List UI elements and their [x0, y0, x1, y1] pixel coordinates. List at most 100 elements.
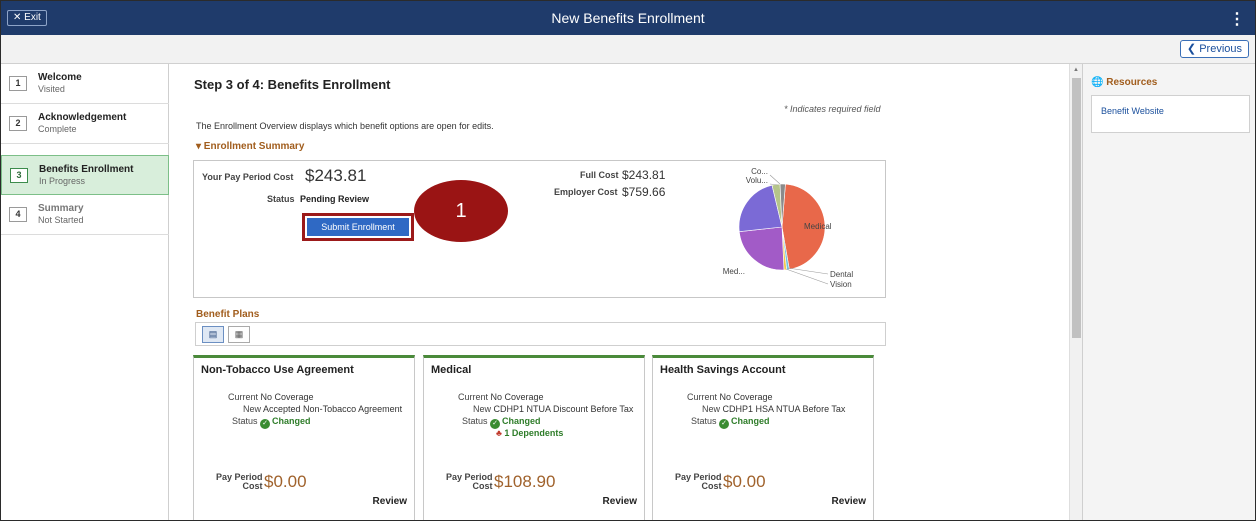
step-navigation: 1 Welcome Visited 2 Acknowledgement Comp…: [1, 64, 169, 520]
plan-title: Medical: [431, 364, 472, 376]
pay-period-cost-label: Your Pay Period Cost: [202, 172, 294, 182]
review-link[interactable]: Review: [603, 496, 637, 507]
step-title: Step 3 of 4: Benefits Enrollment: [194, 77, 391, 92]
plan-card-medical[interactable]: Medical Current No Coverage New CDHP1 NT…: [423, 355, 645, 520]
pay-period-cost-label: Pay Period Cost: [216, 472, 263, 491]
step-benefits-enrollment[interactable]: 3 Benefits Enrollment In Progress: [1, 155, 169, 195]
employer-cost-value: $759.66: [622, 185, 666, 199]
status-label: Status: [462, 416, 488, 426]
plan-card-hsa[interactable]: Health Savings Account Current No Covera…: [652, 355, 874, 520]
step-status: Complete: [38, 124, 77, 134]
grid-view-icon[interactable]: ▦: [228, 326, 250, 343]
pay-period-cost-value: $108.90: [494, 472, 556, 491]
step-name: Acknowledgement: [38, 112, 127, 123]
pie-label-dental: Dental: [830, 270, 853, 279]
plan-title: Health Savings Account: [660, 364, 786, 376]
step-number-badge: 3: [10, 168, 28, 183]
benefit-plans-heading: Benefit Plans: [196, 309, 260, 320]
current-value: No Coverage: [719, 392, 773, 402]
new-value: Accepted Non-Tobacco Agreement: [263, 404, 403, 414]
resources-box: Benefit Website: [1091, 95, 1250, 133]
new-value: CDHP1 HSA NTUA Before Tax: [722, 404, 846, 414]
step-status: Visited: [38, 84, 65, 94]
pie-leader-line: [785, 268, 829, 285]
check-icon: ✓: [719, 419, 730, 429]
step-name: Welcome: [38, 72, 82, 83]
new-label: New: [473, 404, 492, 414]
scrollbar-thumb[interactable]: [1072, 78, 1081, 338]
step-welcome[interactable]: 1 Welcome Visited: [1, 64, 169, 104]
status-label: Status: [267, 194, 295, 204]
submit-enrollment-button[interactable]: Submit Enrollment: [307, 218, 409, 236]
pay-period-cost-label: Pay Period Cost: [446, 472, 493, 491]
current-label: Current: [687, 392, 718, 402]
dependents-icon: ♣: [496, 428, 502, 438]
current-value: No Coverage: [490, 392, 544, 402]
pay-period-cost-value: $0.00: [723, 472, 766, 491]
step-callout-marker: 1: [414, 180, 508, 242]
page-title: New Benefits Enrollment: [551, 10, 705, 26]
check-icon: ✓: [260, 419, 271, 429]
step-name: Summary: [38, 203, 84, 214]
step-number-badge: 1: [9, 76, 27, 91]
globe-icon: 🌐: [1091, 77, 1104, 88]
current-value: No Coverage: [260, 392, 314, 402]
step-status: In Progress: [39, 176, 86, 186]
enrollment-summary-toggle[interactable]: ▾ Enrollment Summary: [196, 141, 304, 152]
step-acknowledgement[interactable]: 2 Acknowledgement Complete: [1, 104, 169, 144]
pay-period-cost-label: Pay Period Cost: [675, 472, 722, 491]
step-summary[interactable]: 4 Summary Not Started: [1, 195, 169, 235]
navigation-bar: ❮ Previous: [1, 35, 1255, 64]
plan-card-non-tobacco[interactable]: Non-Tobacco Use Agreement Current No Cov…: [193, 355, 415, 520]
pie-label-volu: Volu...: [746, 176, 768, 185]
status-label: Status: [232, 416, 258, 426]
top-bar: ✕ Exit New Benefits Enrollment ⋮: [1, 1, 1255, 35]
plan-title: Non-Tobacco Use Agreement: [201, 364, 354, 376]
cost-breakdown-pie-chart: Medical DentalVision Med... Co...Volu...: [723, 167, 854, 289]
status-value: Changed: [272, 416, 311, 426]
pie-label-medical: Medical: [804, 222, 832, 231]
pie-leader-line: [769, 174, 781, 185]
pie-label-vision: Vision: [830, 280, 852, 289]
main-scrollbar[interactable]: ▲: [1069, 64, 1082, 520]
main-content: Step 3 of 4: Benefits Enrollment * Indic…: [179, 64, 1069, 520]
pie-slice-med[interactable]: [738, 226, 785, 271]
status-value: Pending Review: [300, 194, 370, 204]
status-label: Status: [691, 416, 717, 426]
step-number-badge: 2: [9, 116, 27, 131]
tile-view-icon[interactable]: ▤: [202, 326, 224, 343]
new-label: New: [243, 404, 262, 414]
pie-label-med: Med...: [723, 267, 745, 276]
overview-text: The Enrollment Overview displays which b…: [196, 121, 494, 131]
step-name: Benefits Enrollment: [39, 164, 134, 175]
current-label: Current: [458, 392, 489, 402]
view-toggle-bar: ▤ ▦: [195, 322, 886, 346]
full-cost-value: $243.81: [622, 168, 666, 182]
full-cost-label: Full Cost: [580, 170, 619, 180]
required-field-note: * Indicates required field: [784, 104, 881, 114]
benefit-website-link[interactable]: Benefit Website: [1101, 106, 1164, 116]
previous-button[interactable]: ❮ Previous: [1179, 40, 1249, 58]
resources-panel: 🌐 Resources Benefit Website: [1082, 64, 1255, 520]
step-status: Not Started: [38, 215, 84, 225]
employer-cost-label: Employer Cost: [554, 187, 618, 197]
scroll-up-icon[interactable]: ▲: [1073, 67, 1079, 73]
resources-heading: 🌐 Resources: [1091, 77, 1158, 88]
pie-label-co: Co...: [751, 167, 768, 176]
pay-period-cost-value: $243.81: [305, 166, 367, 185]
review-link[interactable]: Review: [832, 496, 866, 507]
dependents-count[interactable]: 1 Dependents: [504, 428, 563, 438]
actions-menu-icon[interactable]: ⋮: [1229, 9, 1245, 29]
step-number-badge: 4: [9, 207, 27, 222]
review-link[interactable]: Review: [373, 496, 407, 507]
enrollment-summary-panel: Your Pay Period Cost $243.81 Status Pend…: [193, 160, 886, 298]
submit-highlight-box: Submit Enrollment: [302, 213, 414, 241]
app-frame: ✕ Exit New Benefits Enrollment ⋮ ❮ Previ…: [0, 0, 1256, 521]
new-value: CDHP1 NTUA Discount Before Tax: [493, 404, 634, 414]
pie-leader-line: [787, 267, 829, 275]
new-label: New: [702, 404, 721, 414]
current-label: Current: [228, 392, 259, 402]
pay-period-cost-value: $0.00: [264, 472, 307, 491]
status-value: Changed: [731, 416, 770, 426]
status-value: Changed: [502, 416, 541, 426]
